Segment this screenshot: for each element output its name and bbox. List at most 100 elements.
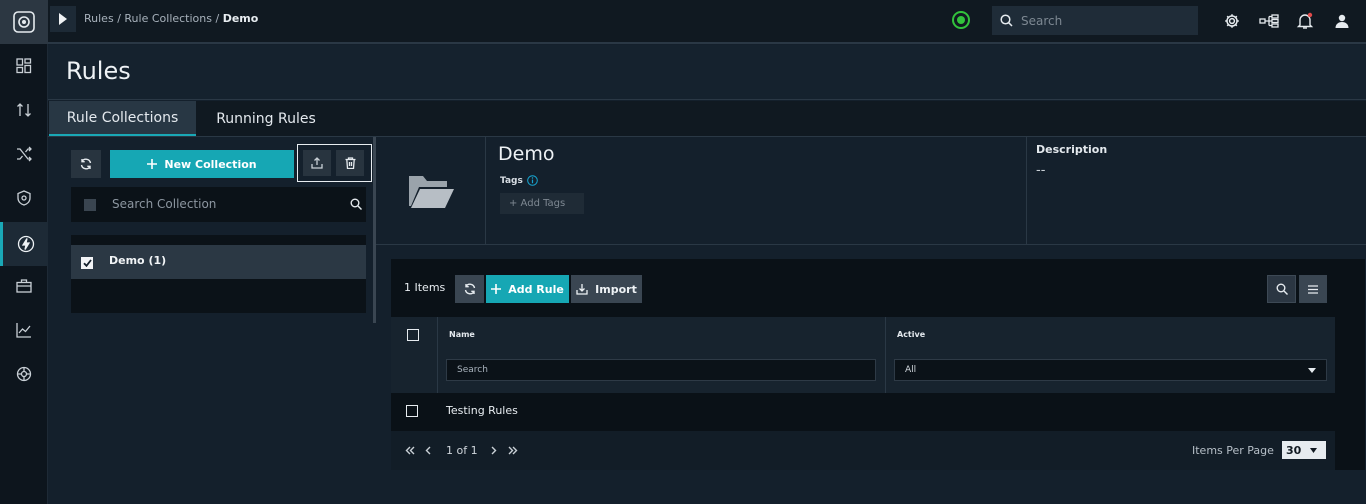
rules-table-card: 1 Items Add Rule Import Name Search Acti… (391, 259, 1365, 470)
active-filter-value: All (905, 365, 917, 375)
items-per-page-label: Items Per Page (1192, 444, 1274, 457)
search-icon (1000, 14, 1013, 27)
items-per-page-select[interactable]: 30 (1282, 441, 1326, 459)
page-header: Rules (48, 45, 1366, 100)
active-filter-select[interactable]: All (894, 359, 1327, 381)
refresh-icon (80, 158, 92, 170)
upload-icon (311, 157, 323, 169)
column-header-active[interactable]: Active (897, 330, 925, 339)
chevron-down-icon (1310, 447, 1318, 453)
pagination-bar: 1 of 1 Items Per Page 30 (391, 431, 1335, 470)
items-count: 1 Items (404, 281, 446, 294)
first-page-icon[interactable] (405, 446, 415, 455)
collection-checkbox[interactable] (81, 257, 93, 269)
download-icon (576, 284, 588, 295)
gear-icon[interactable] (1222, 11, 1242, 31)
folder-icon (376, 137, 486, 245)
collections-panel: New Collection Search Collection Demo (1… (48, 137, 376, 504)
table-header: Name Search Active All (391, 317, 1335, 393)
shuffle-icon[interactable] (0, 132, 48, 176)
info-icon[interactable] (527, 175, 538, 186)
table-row[interactable]: Testing Rules (391, 394, 1335, 430)
breadcrumb: Rules / Rule Collections / Demo (84, 12, 258, 25)
dashboard-icon[interactable] (0, 44, 48, 88)
export-collection-button[interactable] (303, 150, 331, 176)
breadcrumb-separator: / (117, 12, 121, 25)
list-item[interactable]: Demo (1) (71, 245, 366, 279)
user-avatar-icon[interactable] (1332, 11, 1352, 31)
tab-bar: Rule Collections Running Rules (48, 101, 1366, 137)
page-title: Rules (66, 57, 131, 85)
select-all-rules-checkbox[interactable] (407, 329, 419, 341)
tags-label-row: Tags (500, 175, 538, 186)
detail-divider (1026, 137, 1027, 245)
new-collection-button[interactable]: New Collection (110, 150, 294, 178)
page-indicator: 1 of 1 (446, 444, 478, 457)
delete-collection-button[interactable] (336, 150, 364, 176)
collection-actions-group (297, 144, 372, 182)
add-rule-label: Add Rule (508, 282, 564, 296)
rules-lightning-icon[interactable] (0, 222, 48, 266)
collection-list: Demo (1) (71, 235, 366, 313)
search-icon[interactable] (350, 198, 362, 210)
breadcrumb-separator: / (215, 12, 220, 25)
add-rule-button[interactable]: Add Rule (486, 275, 569, 303)
refresh-collections-button[interactable] (71, 150, 101, 178)
tab-rule-collections[interactable]: Rule Collections (49, 101, 196, 136)
import-label: Import (595, 282, 637, 296)
briefcase-icon[interactable] (0, 264, 48, 308)
rule-name[interactable]: Testing Rules (446, 404, 518, 417)
table-menu-button[interactable] (1299, 275, 1327, 303)
tab-running-rules[interactable]: Running Rules (196, 101, 336, 136)
previous-page-icon[interactable] (425, 446, 431, 455)
table-search-button[interactable] (1267, 275, 1296, 303)
name-filter-input[interactable]: Search (446, 359, 876, 381)
add-tags-button[interactable]: + Add Tags (500, 193, 584, 214)
collection-search-placeholder: Search Collection (112, 197, 217, 211)
breadcrumb-item-rule-collections[interactable]: Rule Collections (124, 12, 212, 25)
refresh-rules-button[interactable] (455, 275, 484, 303)
select-all-collections-checkbox[interactable] (84, 199, 96, 211)
description-label: Description (1036, 143, 1108, 156)
items-per-page-value: 30 (1286, 443, 1302, 457)
refresh-icon (464, 283, 475, 295)
trash-icon (345, 157, 355, 169)
column-divider (885, 317, 886, 393)
column-header-name[interactable]: Name (449, 330, 475, 339)
collection-title: Demo (498, 143, 555, 165)
chevron-down-icon (1308, 368, 1316, 373)
left-nav-rail (0, 0, 48, 504)
plus-icon (491, 284, 502, 294)
checkmark-icon (82, 259, 92, 267)
collection-name: Demo (1) (109, 254, 167, 267)
breadcrumb-item-rules[interactable]: Rules (84, 12, 114, 25)
play-triangle-icon (59, 13, 67, 25)
search-icon (1276, 283, 1288, 295)
next-page-icon[interactable] (491, 446, 497, 455)
plus-icon (147, 159, 158, 169)
settings-wheel-icon[interactable] (0, 352, 48, 396)
collection-detail: Demo Tags + Add Tags Description -- (376, 137, 1366, 245)
name-filter-placeholder: Search (457, 365, 488, 375)
notification-bell-icon[interactable] (1295, 11, 1315, 31)
row-checkbox[interactable] (406, 405, 418, 417)
import-button[interactable]: Import (571, 275, 642, 303)
collection-search-input[interactable]: Search Collection (71, 187, 366, 222)
hamburger-icon (1308, 284, 1318, 294)
expand-nav-button[interactable] (50, 6, 76, 32)
sort-arrows-icon[interactable] (0, 88, 48, 132)
breadcrumb-current: Demo (222, 12, 259, 25)
global-search-placeholder: Search (1021, 13, 1063, 28)
top-bar: Rules / Rule Collections / Demo Search (48, 0, 1366, 44)
hierarchy-icon[interactable] (1259, 11, 1279, 31)
tags-label: Tags (500, 175, 523, 186)
column-divider (437, 317, 438, 393)
app-logo-icon[interactable] (0, 0, 48, 44)
description-value: -- (1036, 163, 1046, 178)
new-collection-label: New Collection (164, 157, 257, 171)
analytics-chart-icon[interactable] (0, 308, 48, 352)
connection-status-icon[interactable] (952, 11, 970, 29)
shield-icon[interactable] (0, 176, 48, 220)
last-page-icon[interactable] (508, 446, 518, 455)
global-search-input[interactable]: Search (992, 6, 1198, 35)
